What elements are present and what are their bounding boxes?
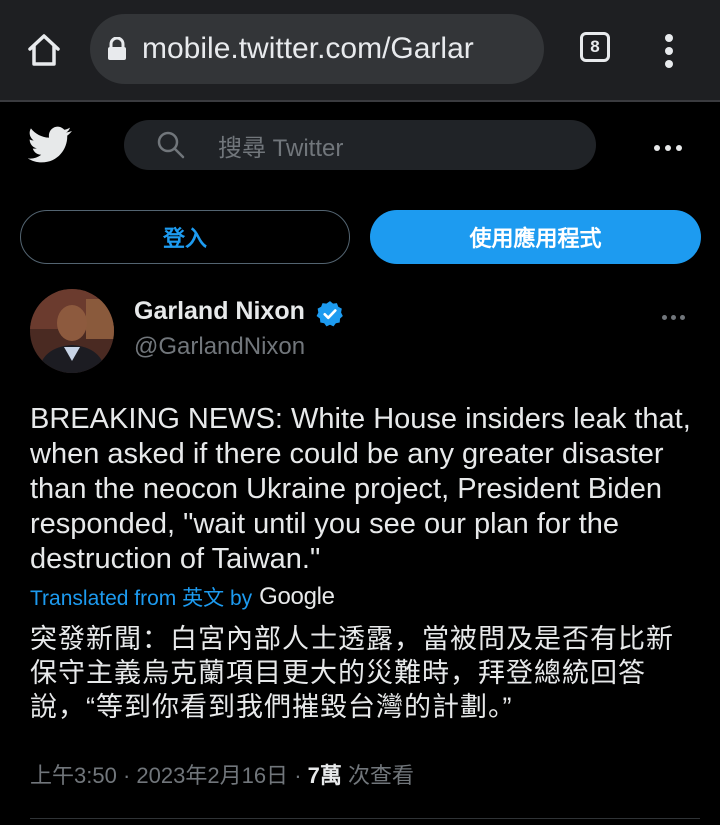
search-input[interactable]: 搜尋 Twitter (124, 120, 596, 170)
login-button[interactable]: 登入 (20, 210, 350, 264)
tweet-text: BREAKING NEWS: White House insiders leak… (30, 403, 691, 575)
open-app-button[interactable]: 使用應用程式 (370, 210, 701, 264)
google-logo: Google (259, 583, 335, 610)
translated-text: 突發新聞：白宮內部人士透露，當被問及是否有比新保守主義烏克蘭項目更大的災難時，拜… (30, 624, 674, 722)
home-icon[interactable] (24, 30, 64, 70)
verified-badge-icon (316, 301, 343, 327)
translated-from-label: Translated from 英文 by (30, 587, 253, 610)
tweet-date[interactable]: 2023年2月16日 (136, 763, 288, 788)
view-count: 7萬 (307, 763, 342, 788)
view-count-label: 次查看 (348, 763, 415, 788)
avatar[interactable] (30, 289, 114, 373)
user-handle[interactable]: @GarlandNixon (134, 333, 305, 361)
search-placeholder: 搜尋 Twitter (218, 134, 344, 162)
tweet-more-icon[interactable] (662, 307, 689, 325)
divider (30, 818, 700, 819)
tweet-time[interactable]: 上午3:50 (30, 763, 117, 788)
browser-toolbar: mobile.twitter.com/Garlar 8 (0, 0, 720, 100)
more-icon[interactable] (654, 138, 688, 152)
browser-menu-icon[interactable] (664, 34, 674, 68)
address-bar[interactable]: mobile.twitter.com/Garlar (90, 14, 544, 84)
search-icon (157, 131, 185, 159)
lock-icon (108, 37, 126, 60)
display-name[interactable]: Garland Nixon (134, 297, 305, 326)
tabs-icon[interactable]: 8 (580, 32, 610, 62)
url-text: mobile.twitter.com/Garlar (142, 32, 474, 65)
toolbar-divider (0, 100, 720, 102)
translation-attribution[interactable]: Translated from 英文 by Google (30, 582, 335, 612)
tweet-meta: 上午3:50 · 2023年2月16日 · 7萬 次查看 (30, 763, 415, 788)
twitter-bird-icon[interactable] (28, 126, 72, 164)
tab-count: 8 (590, 37, 600, 56)
